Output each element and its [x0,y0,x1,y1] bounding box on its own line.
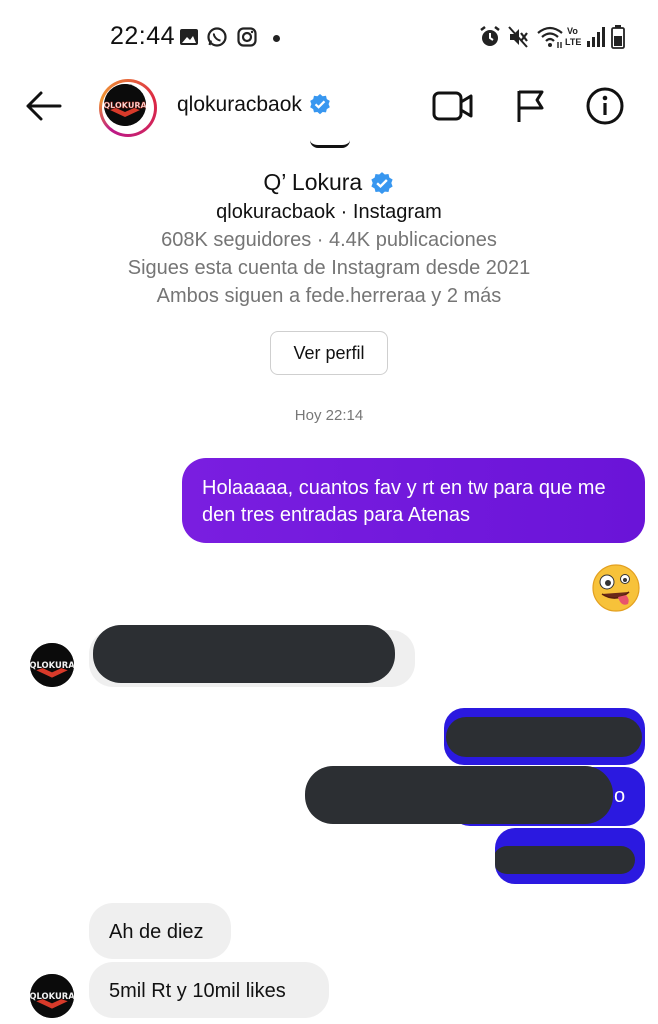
wifi-icon [537,26,563,48]
profile-handle: qlokuracbaok · Instagram [216,201,442,223]
video-call-icon [432,91,473,121]
profile-following-since: Sigues esta cuenta de Instagram desde 20… [127,257,531,279]
volte-icon: Vo LTE [565,26,581,47]
sent-message[interactable]: Holaaaaa, cuantos fav y rt en tw para qu… [182,458,645,543]
sent-message-redacted[interactable] [444,708,645,765]
info-icon [586,87,624,125]
thread-timestamp: Hoy 22:14 [294,407,364,424]
profile-avatar-edge [310,140,350,148]
image-icon [180,29,198,45]
profile-mutual-followers: Ambos siguen a fede.herreraa y 2 más [156,285,502,307]
zany-face-emoji-icon[interactable] [591,563,641,613]
profile-display-name: Q’ Lokura [0,169,658,197]
alarm-icon [480,26,500,46]
profile-stats: 608K seguidores · 4.4K publicaciones [161,229,497,251]
svg-text:QLOKURA: QLOKURA [104,101,146,110]
instagram-icon [237,27,257,47]
status-time: 22:44 [110,22,176,50]
view-profile-button[interactable]: Ver perfil [270,331,388,375]
qlokura-logo-icon: QLOKURA [30,974,74,1018]
redaction-block [446,717,642,757]
header-username[interactable]: qlokuracbaok [177,93,332,117]
flag-icon [517,90,544,122]
mute-icon [508,26,528,48]
report-button[interactable] [507,86,551,126]
sender-avatar[interactable]: QLOKURA [30,643,74,687]
verified-badge-icon [309,94,330,115]
info-button[interactable] [583,86,627,126]
redaction-block [93,625,395,683]
svg-text:QLOKURA: QLOKURA [30,991,74,1001]
qlokura-logo-icon: QLOKURA [104,84,146,126]
svg-text:QLOKURA: QLOKURA [30,660,74,670]
received-message[interactable]: 5mil Rt y 10mil likes [89,962,329,1018]
whatsapp-icon [207,27,227,47]
arrow-left-icon [26,91,62,121]
sent-message-redacted[interactable] [495,828,645,884]
sender-avatar[interactable]: QLOKURA [30,974,74,1018]
redaction-block [495,846,635,874]
status-bar: 22:44 Vo LTE [0,0,658,74]
svg-text:Vo: Vo [567,26,578,36]
battery-icon [611,25,625,49]
notification-dot-icon [273,35,280,42]
received-message[interactable]: Ah de diez [89,903,231,959]
message-visible-fragment: o [614,785,626,807]
signal-icon [587,27,605,47]
back-button[interactable] [24,88,64,124]
received-message-redacted[interactable] [89,625,415,687]
redaction-block [305,766,613,824]
video-call-button[interactable] [431,86,475,126]
chat-header: QLOKURA qlokuracbaok [0,74,658,140]
verified-badge-icon [371,172,393,194]
qlokura-logo-icon: QLOKURA [30,643,74,687]
svg-text:LTE: LTE [565,37,581,47]
header-avatar[interactable]: QLOKURA [99,79,157,137]
